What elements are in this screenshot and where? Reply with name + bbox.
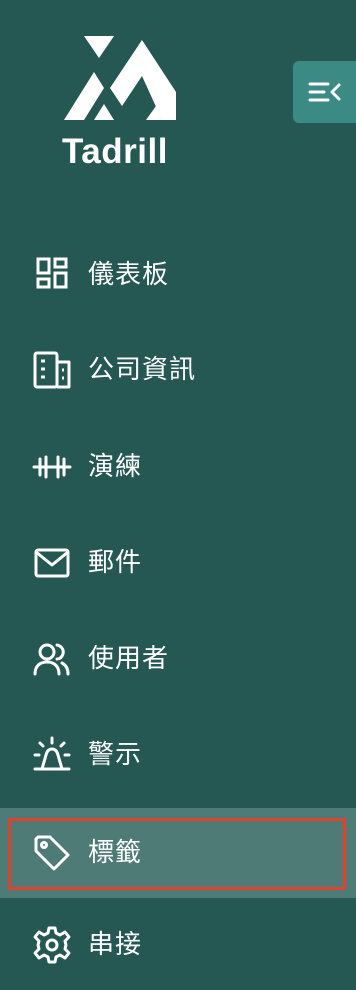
nav-label-tags: 標籤: [88, 838, 143, 868]
building-icon: [32, 350, 72, 390]
brand-name: Tadrill: [62, 132, 168, 171]
tadrill-logo-icon: [64, 36, 176, 120]
nav-label-alerts: 警示: [88, 740, 143, 770]
sidebar: Tadrill 儀表板 公司資訊 演練 郵件 使用者 警示 標籤 串接: [0, 0, 356, 990]
tag-icon: [32, 833, 72, 873]
collapse-sidebar-button[interactable]: [293, 61, 356, 123]
nav-label-company-info: 公司資訊: [88, 355, 197, 385]
nav-label-dashboard: 儀表板: [88, 260, 170, 290]
dumbbell-icon: [32, 447, 72, 487]
collapse-menu-icon: [308, 82, 340, 102]
nav-item-tags[interactable]: 標籤: [0, 808, 356, 898]
nav-item-alerts[interactable]: 警示: [0, 710, 356, 800]
nav-label-drills: 演練: [88, 452, 143, 482]
nav-label-users: 使用者: [88, 644, 170, 674]
users-icon: [32, 639, 72, 679]
nav-label-integrations: 串接: [88, 930, 143, 960]
nav-item-integrations[interactable]: 串接: [0, 900, 356, 990]
nav-label-mail: 郵件: [88, 548, 143, 578]
nav-item-mail[interactable]: 郵件: [0, 518, 356, 608]
gear-icon: [32, 925, 72, 965]
nav-item-users[interactable]: 使用者: [0, 614, 356, 704]
nav-item-dashboard[interactable]: 儀表板: [0, 230, 356, 320]
alarm-icon: [32, 735, 72, 775]
brand-logo[interactable]: Tadrill: [52, 30, 192, 180]
mail-icon: [32, 543, 72, 583]
nav-item-company-info[interactable]: 公司資訊: [0, 325, 356, 415]
dashboard-icon: [32, 255, 72, 295]
nav-item-drills[interactable]: 演練: [0, 422, 356, 512]
